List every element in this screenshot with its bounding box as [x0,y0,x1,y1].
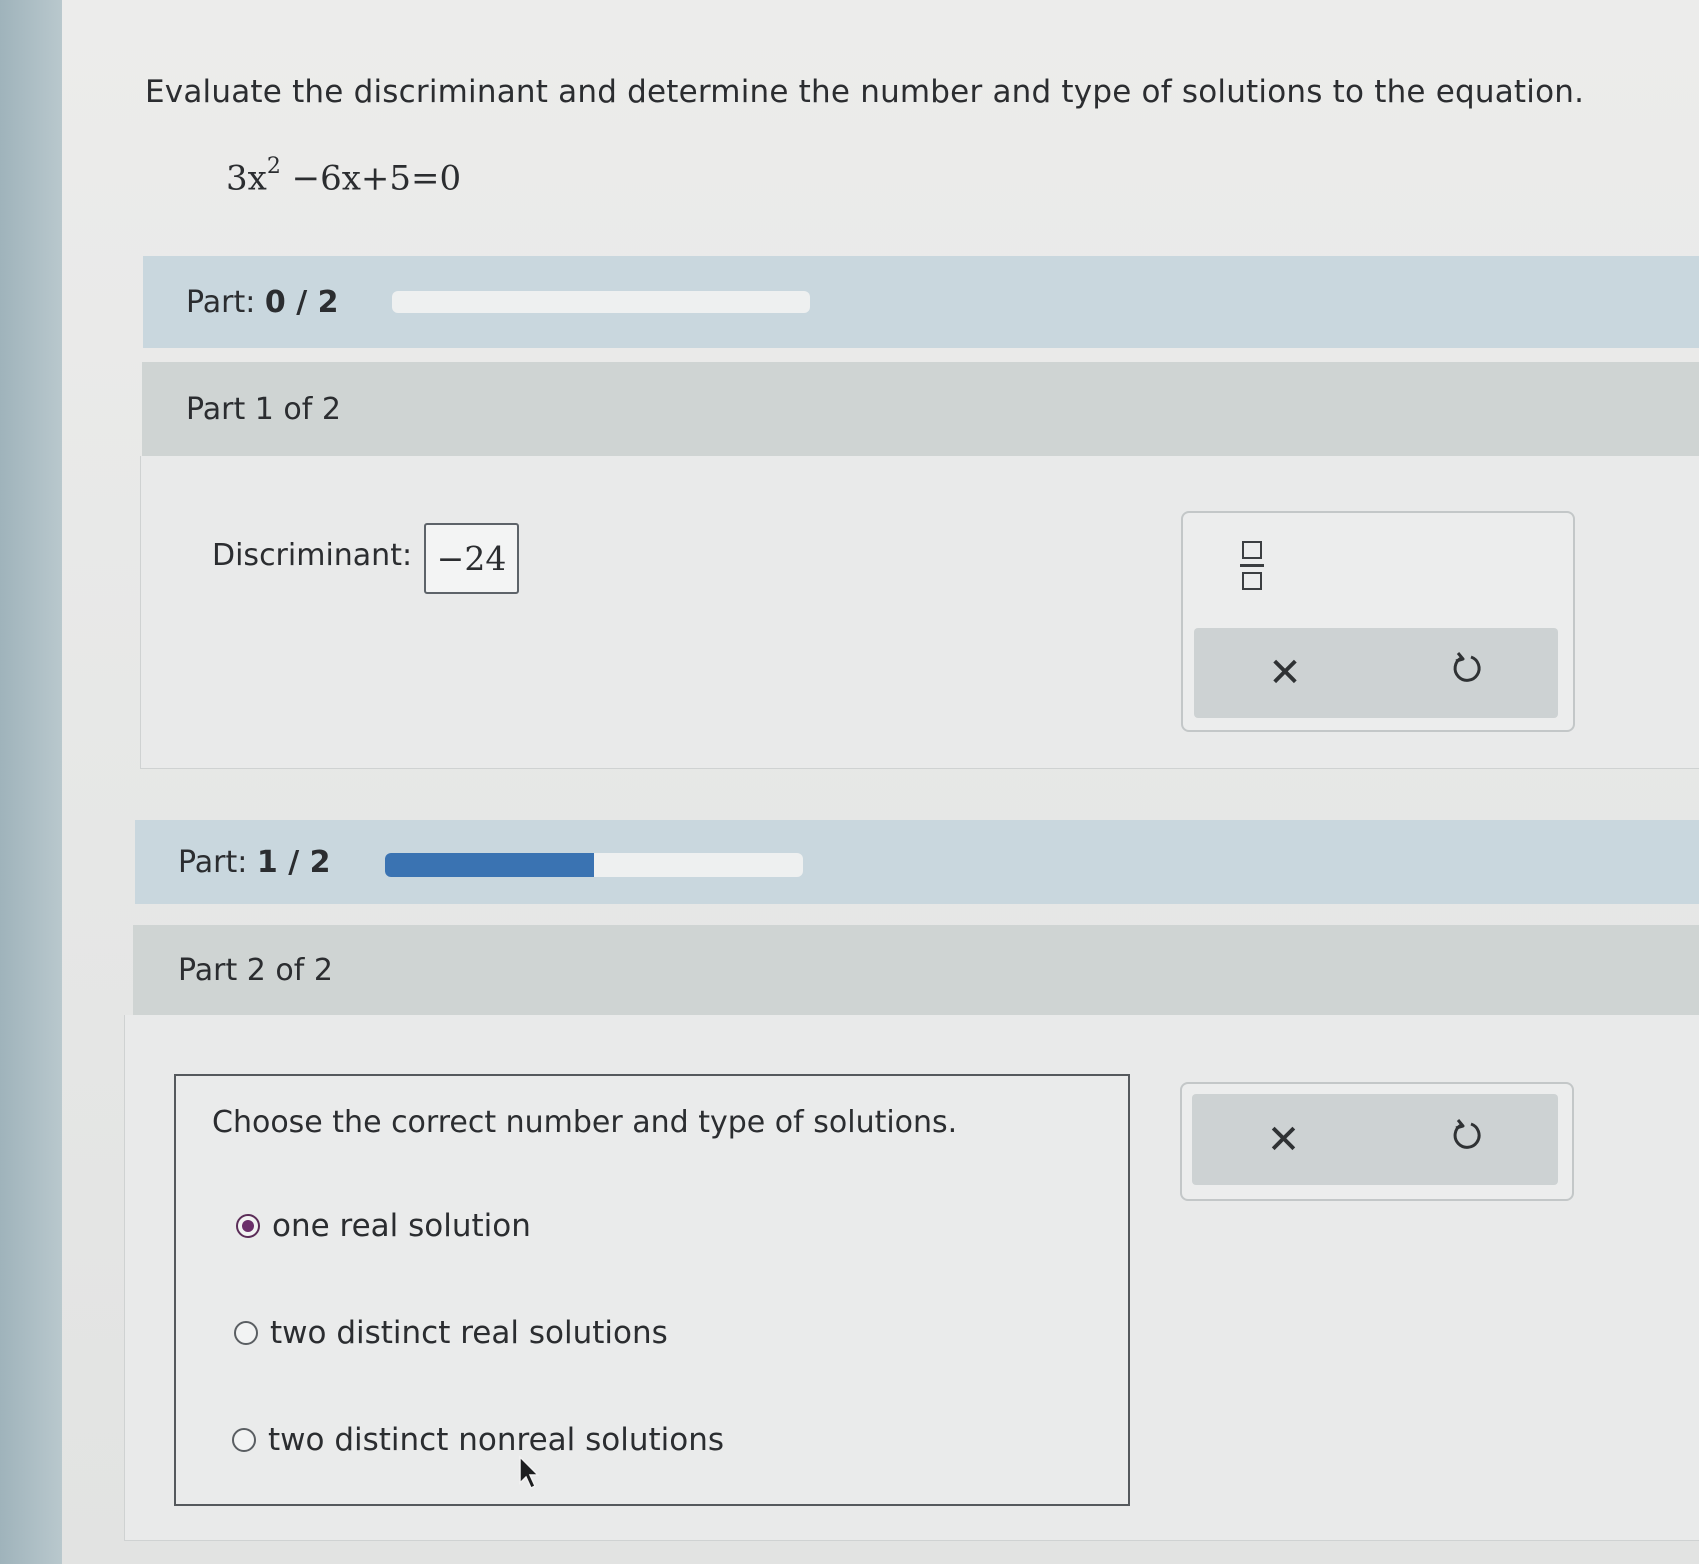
undo-icon[interactable] [1437,650,1497,696]
part-1-header: Part 1 of 2 [142,362,1699,456]
option-label: two distinct real solutions [270,1315,668,1351]
progress-bar-part-0: Part: 0 / 2 [143,256,1699,348]
progress-label-prefix: Part: [178,844,257,880]
undo-icon[interactable] [1437,1117,1497,1163]
equation-term: 3x [226,158,267,199]
progress-track-2 [385,853,803,877]
fraction-bar [1240,564,1264,567]
option-one-real-solution[interactable]: one real solution [236,1208,531,1244]
close-icon[interactable]: ✕ [1254,1117,1314,1163]
part-2-header: Part 2 of 2 [133,925,1699,1015]
progress-value: 1 / 2 [256,844,331,880]
undo-icon-svg [1453,1118,1481,1149]
part-1-title: Part 1 of 2 [186,391,341,427]
progress-label: Part: 1 / 2 [178,845,330,880]
part-1-tool-row: ✕ [1194,628,1558,718]
close-icon[interactable]: ✕ [1255,650,1315,696]
part-2-tool-row: ✕ [1192,1094,1558,1185]
fraction-template-icon[interactable] [1240,541,1264,590]
radio-button[interactable] [234,1321,258,1345]
progress-value: 0 / 2 [264,284,339,320]
discriminant-input[interactable]: −24 [424,523,519,594]
choice-prompt: Choose the correct number and type of so… [212,1105,958,1140]
option-label: one real solution [272,1208,531,1244]
discriminant-label: Discriminant: [212,538,413,573]
progress-label-prefix: Part: [186,284,265,320]
progress-track-1 [392,291,810,313]
fraction-numerator-box [1242,541,1262,559]
undo-icon-svg [1453,652,1481,682]
left-margin-strip [0,0,62,1564]
progress-bar-part-1: Part: 1 / 2 [135,820,1699,904]
radio-button[interactable] [232,1428,256,1452]
option-label: two distinct nonreal solutions [268,1422,725,1458]
equation-exponent: 2 [266,154,281,179]
question-prompt: Evaluate the discriminant and determine … [145,74,1585,110]
fraction-denominator-box [1242,572,1262,590]
equation: 3x2 −6x+5=0 [226,154,462,199]
progress-fill-2 [385,853,594,877]
progress-label: Part: 0 / 2 [186,285,338,320]
part-2-title: Part 2 of 2 [178,952,333,988]
mouse-pointer-icon [519,1455,540,1490]
option-two-distinct-real-solutions[interactable]: two distinct real solutions [234,1315,668,1351]
option-two-distinct-nonreal-solutions[interactable]: two distinct nonreal solutions [232,1422,724,1458]
equation-rest: −6x+5=0 [280,158,462,199]
radio-button-selected[interactable] [236,1214,260,1238]
